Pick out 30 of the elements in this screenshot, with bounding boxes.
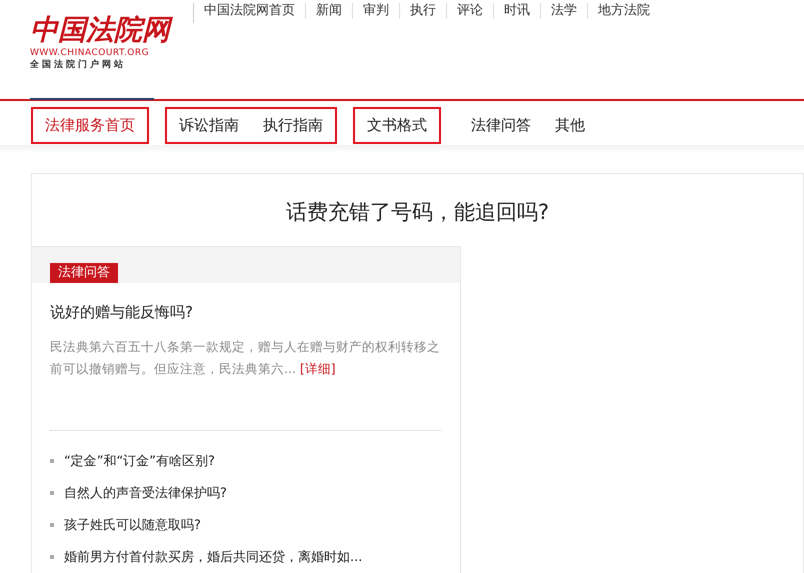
nav-tab[interactable]: 执行指南 [263, 116, 323, 134]
question-link[interactable]: 婚前男方付首付款买房，婚后共同还贷，离婚时如... [64, 548, 362, 566]
nav-tab[interactable]: 诉讼指南 [179, 116, 239, 134]
top-nav-link[interactable]: 地方法院 [588, 3, 660, 19]
question-link[interactable]: 自然人的声音受法律保护吗? [64, 484, 227, 502]
article-summary: 民法典第六百五十八条第一款规定，赠与人在赠与财产的权利转移之前可以撤销赠与。但应注意，民法典第六... [详细] [50, 338, 441, 378]
logo-title[interactable]: 中国法院网 [30, 14, 190, 46]
question-link[interactable]: “定金”和“订金”有啥区别? [64, 452, 215, 470]
top-nav-link[interactable]: 中国法院网首页 [194, 3, 306, 19]
top-nav-link[interactable]: 新闻 [306, 3, 353, 19]
logo-subtitle: 全国法院门户网站 [30, 58, 127, 71]
bullet-icon [50, 491, 54, 495]
logo-url: WWW.CHINACOURT.ORG [30, 48, 150, 58]
article-headline[interactable]: 说好的赠与能反悔吗? [50, 303, 442, 322]
category-tag: 法律问答 [50, 263, 118, 283]
page-title: 话费充错了号码，能追回吗? [284, 199, 550, 226]
top-nav-link[interactable]: 审判 [353, 3, 400, 19]
more-link[interactable]: [详细] [300, 361, 336, 376]
top-nav-link[interactable]: 时讯 [494, 3, 541, 19]
question-link[interactable]: 孩子姓氏可以随意取吗? [64, 516, 201, 534]
nav-tab[interactable]: 其他 [555, 116, 585, 134]
bullet-icon [50, 555, 54, 559]
nav-tab[interactable]: 法律服务首页 [45, 116, 135, 134]
nav-tab[interactable]: 文书格式 [367, 116, 427, 134]
top-nav-link[interactable]: 执行 [400, 3, 447, 19]
top-nav-link[interactable]: 法学 [541, 3, 588, 19]
top-nav-link[interactable]: 评论 [447, 3, 494, 19]
nav-tab[interactable]: 法律问答 [471, 116, 531, 134]
bullet-icon [50, 523, 54, 527]
bullet-icon [50, 459, 54, 463]
